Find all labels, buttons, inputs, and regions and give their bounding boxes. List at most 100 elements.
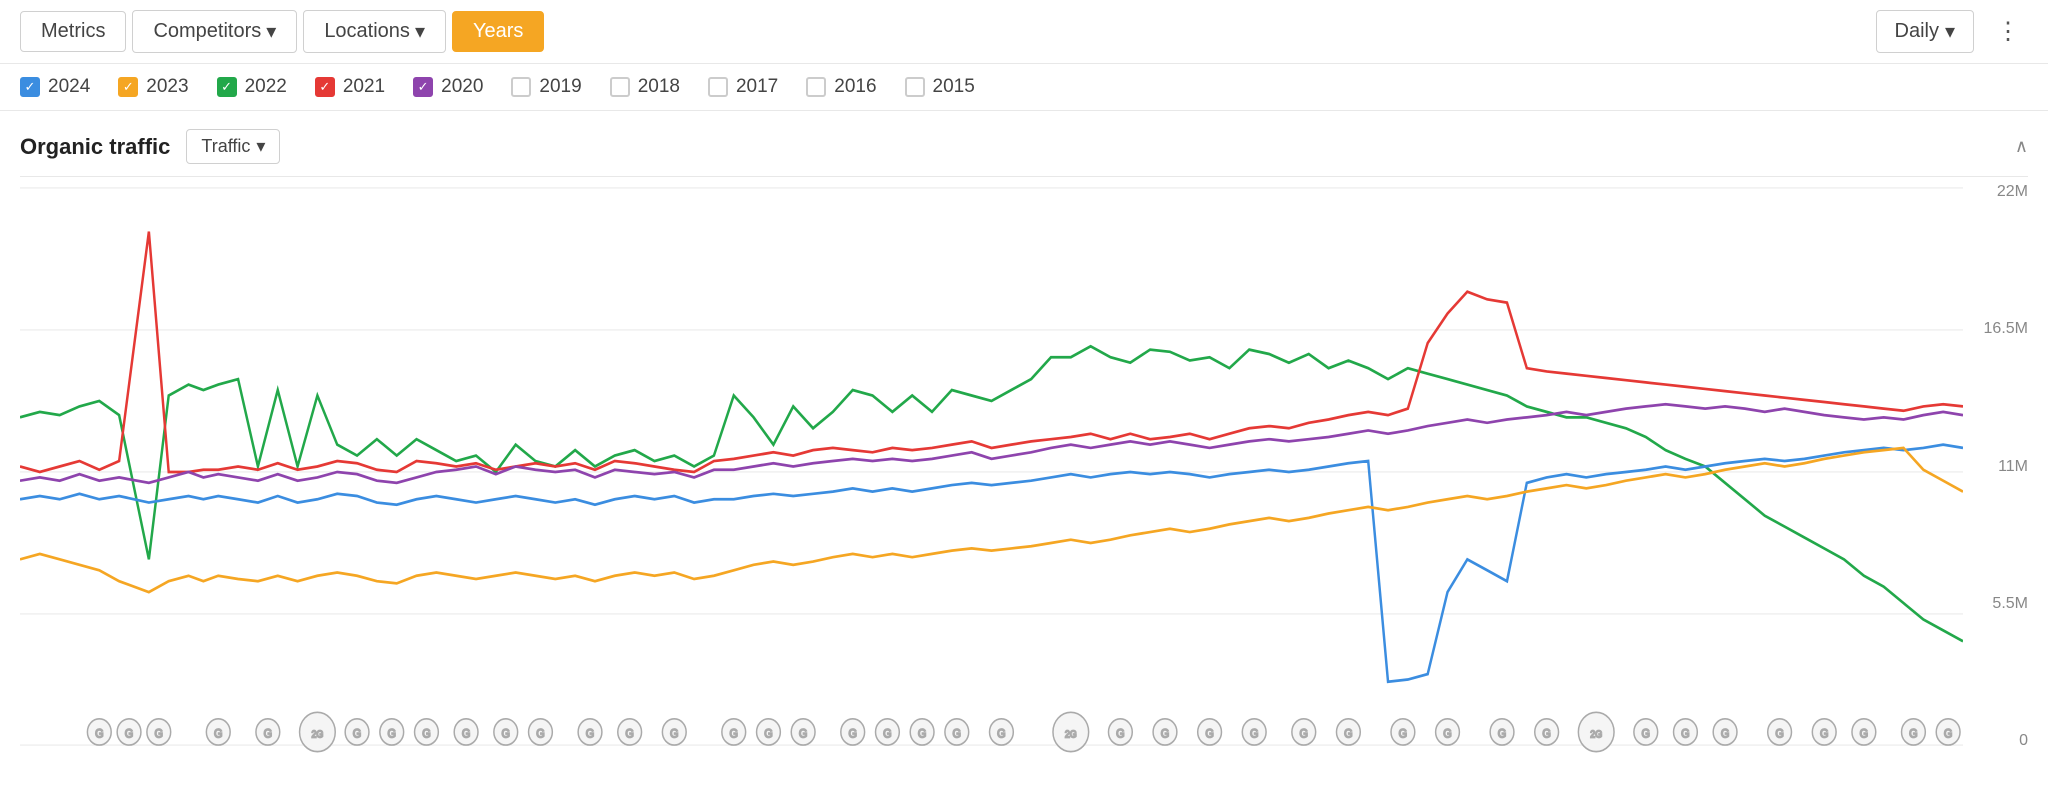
svg-text:G: G [462,728,471,741]
chart-header-left: Organic traffic Traffic ▾ [20,129,280,164]
checkbox-2018[interactable] [610,77,630,97]
checkbox-2020[interactable]: ✓ [413,77,433,97]
chart-header: Organic traffic Traffic ▾ ∧ [20,111,2028,176]
legend-item-2018[interactable]: 2018 [610,76,680,98]
svg-text:G: G [1542,728,1551,741]
svg-text:G: G [1642,728,1651,741]
legend-item-2017[interactable]: 2017 [708,76,778,98]
svg-text:G: G [1681,728,1690,741]
metric-label: Traffic [201,136,250,157]
toolbar: Metrics Competitors ▾ Locations ▾ Years … [0,0,2048,64]
collapse-icon[interactable]: ∧ [2015,136,2028,157]
y-axis-labels: 22M 16.5M 11M 5.5M 0 [1968,177,2028,756]
legend-label-2023: 2023 [146,76,188,98]
svg-text:G: G [1443,728,1452,741]
checkbox-2016[interactable] [806,77,826,97]
svg-text:G: G [1820,728,1829,741]
y-label-11m: 11M [1998,458,2028,476]
svg-text:G: G [536,728,545,741]
svg-text:2G: 2G [1065,729,1077,739]
y-label-0: 0 [2019,732,2028,750]
checkbox-2024[interactable]: ✓ [20,77,40,97]
svg-text:G: G [214,728,223,741]
checkbox-2022[interactable]: ✓ [217,77,237,97]
svg-text:2G: 2G [311,729,323,739]
svg-text:G: G [1161,728,1170,741]
svg-text:G: G [730,728,739,741]
y-label-165m: 16.5M [1984,320,2028,338]
svg-text:G: G [1300,728,1309,741]
years-tab[interactable]: Years [452,11,544,52]
svg-text:G: G [953,728,962,741]
legend-item-2021[interactable]: ✓ 2021 [315,76,385,98]
chart-section: Organic traffic Traffic ▾ ∧ [0,111,2048,756]
checkbox-2019[interactable] [511,77,531,97]
svg-text:G: G [1250,728,1259,741]
metrics-tab[interactable]: Metrics [20,11,126,52]
daily-label: Daily [1895,20,1939,43]
checkbox-2023[interactable]: ✓ [118,77,138,97]
checkbox-2017[interactable] [708,77,728,97]
daily-chevron-icon: ▾ [1945,19,1955,44]
svg-text:G: G [155,728,164,741]
svg-text:G: G [388,728,397,741]
legend-item-2020[interactable]: ✓ 2020 [413,76,483,98]
daily-button[interactable]: Daily ▾ [1876,10,1975,53]
svg-text:G: G [1205,728,1214,741]
svg-text:G: G [264,728,273,741]
competitors-tab[interactable]: Competitors ▾ [132,10,297,53]
legend-label-2021: 2021 [343,76,385,98]
svg-text:G: G [1775,728,1784,741]
svg-text:G: G [1498,728,1507,741]
svg-text:G: G [1721,728,1730,741]
competitors-label: Competitors [153,20,261,43]
svg-text:G: G [125,728,134,741]
legend-item-2016[interactable]: 2016 [806,76,876,98]
svg-text:G: G [586,728,595,741]
legend-item-2024[interactable]: ✓ 2024 [20,76,90,98]
chart-svg: G G G G G 2G G G G [20,177,1963,756]
svg-text:G: G [997,728,1006,741]
legend-item-2019[interactable]: 2019 [511,76,581,98]
more-options-icon[interactable]: ⋮ [1988,17,2028,46]
legend-label-2016: 2016 [834,76,876,98]
legend-label-2022: 2022 [245,76,287,98]
locations-chevron-icon: ▾ [415,19,425,44]
legend-item-2023[interactable]: ✓ 2023 [118,76,188,98]
legend-item-2022[interactable]: ✓ 2022 [217,76,287,98]
svg-text:G: G [422,728,431,741]
legend-label-2017: 2017 [736,76,778,98]
svg-text:G: G [625,728,634,741]
locations-tab[interactable]: Locations ▾ [303,10,446,53]
svg-text:2G: 2G [1590,729,1602,739]
checkbox-2015[interactable] [905,77,925,97]
svg-text:G: G [799,728,808,741]
svg-text:G: G [353,728,362,741]
metric-dropdown[interactable]: Traffic ▾ [186,129,280,164]
legend-bar: ✓ 2024 ✓ 2023 ✓ 2022 ✓ 2021 ✓ 2020 2019 … [0,64,2048,111]
legend-label-2018: 2018 [638,76,680,98]
legend-label-2024: 2024 [48,76,90,98]
svg-text:G: G [1399,728,1408,741]
toolbar-left: Metrics Competitors ▾ Locations ▾ Years [20,10,544,53]
legend-label-2019: 2019 [539,76,581,98]
svg-text:G: G [764,728,773,741]
svg-text:G: G [1116,728,1125,741]
svg-text:G: G [918,728,927,741]
checkbox-2021[interactable]: ✓ [315,77,335,97]
metric-chevron-icon: ▾ [256,136,265,157]
chart-title: Organic traffic [20,134,170,160]
locations-label: Locations [324,20,410,43]
legend-label-2015: 2015 [933,76,975,98]
svg-text:G: G [1909,728,1918,741]
svg-text:G: G [502,728,511,741]
competitors-chevron-icon: ▾ [266,19,276,44]
legend-label-2020: 2020 [441,76,483,98]
legend-item-2015[interactable]: 2015 [905,76,975,98]
svg-text:G: G [670,728,679,741]
svg-text:G: G [1860,728,1869,741]
svg-text:G: G [883,728,892,741]
chart-area: G G G G G 2G G G G [20,176,2028,756]
svg-text:G: G [848,728,857,741]
y-label-22m: 22M [1997,183,2028,201]
